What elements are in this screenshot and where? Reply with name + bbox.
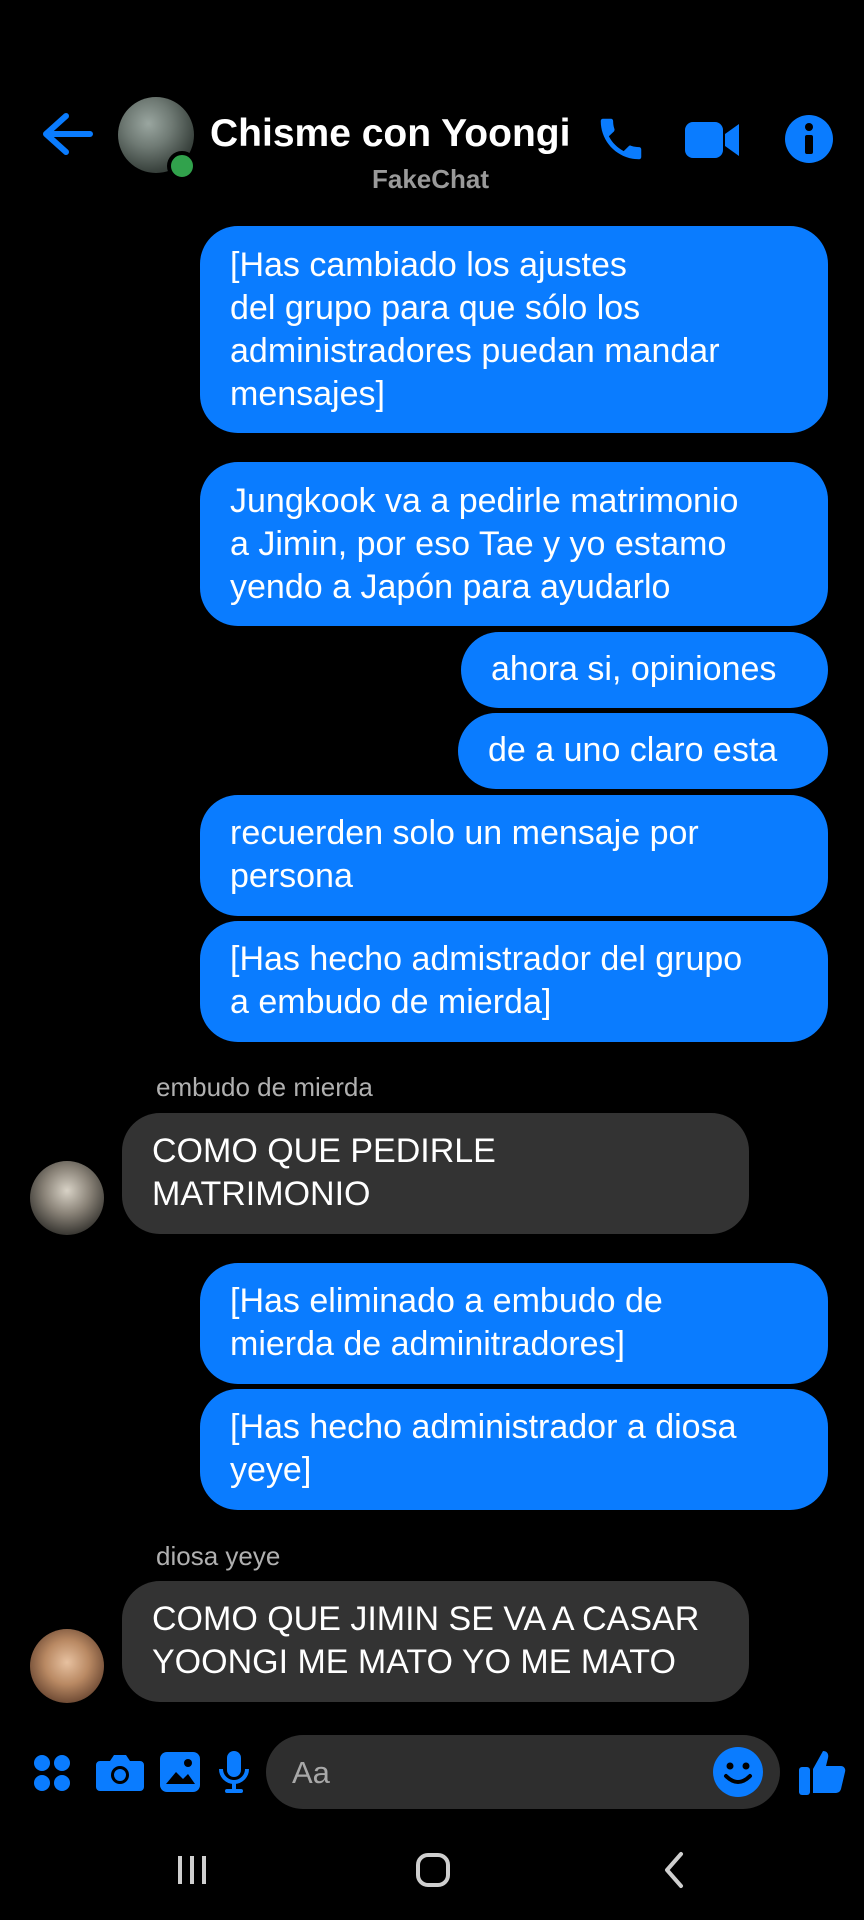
emoji-icon[interactable] <box>712 1746 764 1798</box>
message-input-placeholder: Aa <box>292 1755 330 1790</box>
message-bubble-outgoing[interactable]: [Has hecho admistrador del grupo a embud… <box>200 921 828 1042</box>
video-camera-icon[interactable] <box>683 116 741 164</box>
sender-avatar[interactable] <box>30 1161 104 1235</box>
message-bubble-outgoing[interactable]: ahora si, opiniones <box>461 632 828 708</box>
phone-icon[interactable] <box>594 112 648 166</box>
message-bubble-outgoing[interactable]: [Has cambiado los ajustes del grupo para… <box>200 226 828 433</box>
conversation-title[interactable]: Chisme con Yoongi <box>210 112 570 156</box>
sender-name: diosa yeye <box>156 1541 281 1571</box>
nav-back-icon[interactable] <box>655 1850 695 1890</box>
chat-header: Chisme con Yoongi FakeChat <box>0 0 864 210</box>
message-bubble-outgoing[interactable]: Jungkook va a pedirle matrimonio a Jimin… <box>200 462 828 626</box>
apps-grid-icon[interactable] <box>32 1753 72 1793</box>
online-status-dot <box>167 151 197 181</box>
thumbs-up-icon[interactable] <box>797 1747 847 1797</box>
info-icon[interactable] <box>784 114 834 164</box>
message-bubble-outgoing[interactable]: [Has eliminado a embudo de mierda de adm… <box>200 1263 828 1384</box>
gallery-icon[interactable] <box>158 1750 202 1794</box>
message-input[interactable]: Aa <box>266 1735 780 1809</box>
back-arrow-icon[interactable] <box>38 110 94 158</box>
sender-name: embudo de mierda <box>156 1072 373 1102</box>
message-bubble-incoming[interactable]: COMO QUE PEDIRLE MATRIMONIO <box>122 1113 749 1234</box>
message-bubble-incoming[interactable]: COMO QUE JIMIN SE VA A CASAR YOONGI ME M… <box>122 1581 749 1702</box>
message-bubble-outgoing[interactable]: [Has hecho administrador a diosa yeye] <box>200 1389 828 1510</box>
home-icon[interactable] <box>413 1850 453 1890</box>
conversation-subtitle: FakeChat <box>372 164 490 194</box>
microphone-icon[interactable] <box>218 1749 250 1795</box>
message-bubble-outgoing[interactable]: recuerden solo un mensaje por persona <box>200 795 828 916</box>
sender-avatar[interactable] <box>30 1629 104 1703</box>
recent-apps-icon[interactable] <box>172 1850 212 1890</box>
message-bubble-outgoing[interactable]: de a uno claro esta <box>458 713 828 789</box>
camera-icon[interactable] <box>96 1751 144 1793</box>
